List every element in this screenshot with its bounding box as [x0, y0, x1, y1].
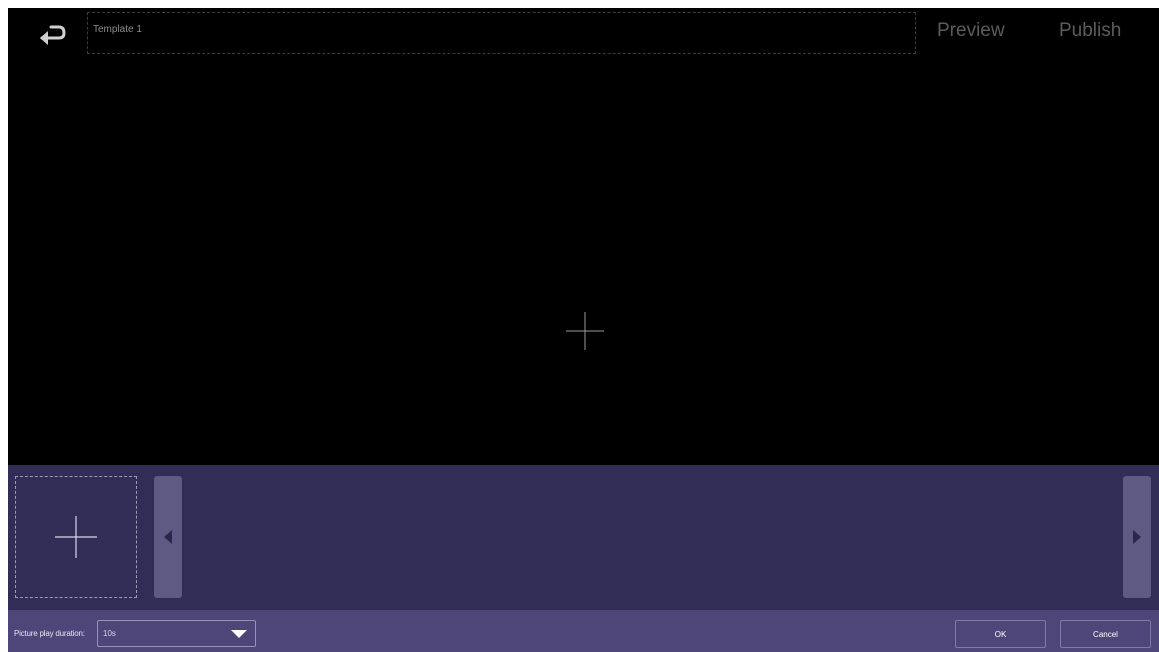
preview-button[interactable]: Preview: [937, 20, 1005, 42]
return-arrow-icon: [40, 25, 66, 45]
back-button[interactable]: [34, 17, 70, 51]
publish-button[interactable]: Publish: [1059, 20, 1121, 42]
duration-value: 10s: [103, 629, 116, 638]
template-title-field[interactable]: Template 1: [87, 12, 916, 54]
duration-label: Picture play duration:: [14, 629, 85, 638]
cancel-button[interactable]: Cancel: [1060, 620, 1151, 648]
bottom-bar: Picture play duration: 10s OK Cancel: [8, 610, 1159, 652]
template-title-value: Template 1: [93, 24, 142, 35]
scroll-right-button[interactable]: [1123, 476, 1151, 598]
add-picture-button[interactable]: [15, 476, 137, 598]
canvas-add-button[interactable]: [565, 311, 605, 351]
template-editor: Template 1 Preview Publish Picture play …: [8, 8, 1159, 652]
thumbnail-strip: [8, 465, 1159, 610]
plus-icon: [566, 312, 604, 350]
triangle-left-icon: [164, 530, 172, 544]
ok-button[interactable]: OK: [955, 620, 1046, 648]
caret-down-icon: [231, 630, 247, 638]
triangle-right-icon: [1133, 530, 1141, 544]
scroll-left-button[interactable]: [154, 476, 182, 598]
duration-dropdown[interactable]: 10s: [97, 620, 256, 647]
plus-icon: [55, 516, 97, 558]
